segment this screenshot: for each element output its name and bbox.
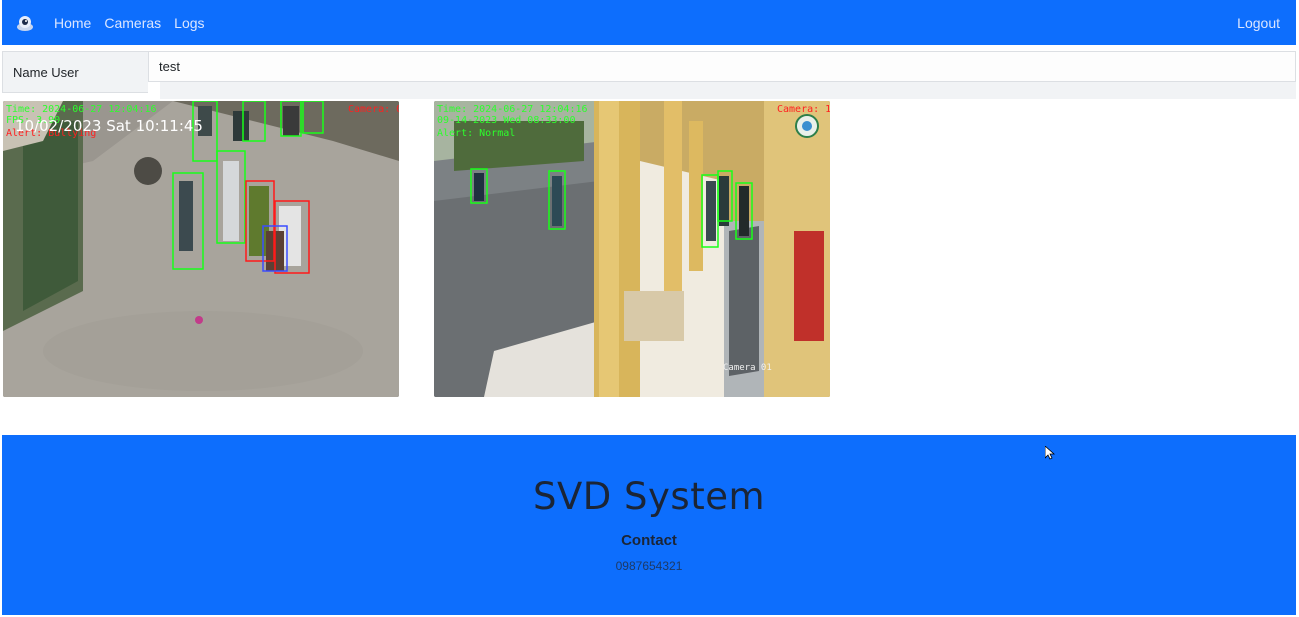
top-navbar: Home Cameras Logs Logout xyxy=(2,0,1296,45)
nav-logs-link[interactable]: Logs xyxy=(174,15,204,31)
page: Home Cameras Logs Logout Name User test … xyxy=(0,0,1299,617)
camera-1-date-text: 09-14-2023 Wed 08:33:00 xyxy=(437,115,576,126)
camera-0-time-text: Time: 2024-06-27 12:04:16 xyxy=(6,104,157,115)
camera-0-label-text: Camera: 0 xyxy=(348,104,399,115)
mouse-cursor-icon xyxy=(1044,445,1056,465)
camera-0-datetime-text: 10/02/2023 Sat 10:11:45 xyxy=(15,117,203,135)
footer: SVD System Contact 0987654321 xyxy=(2,435,1296,615)
input-underlay xyxy=(160,82,1296,99)
camera-1-time-text: Time: 2024-06-27 12:04:16 xyxy=(437,104,588,115)
nav-cameras-link[interactable]: Cameras xyxy=(104,15,161,31)
nav-home-link[interactable]: Home xyxy=(54,15,91,31)
camera-feed-1[interactable]: Time: 2024-06-27 12:04:16 09-14-2023 Wed… xyxy=(434,101,830,397)
camera-1-alert-text: Alert: Normal xyxy=(437,128,516,139)
camera-logo-icon[interactable] xyxy=(14,12,36,34)
footer-phone: 0987654321 xyxy=(615,559,683,573)
logout-link[interactable]: Logout xyxy=(1237,15,1280,31)
camera-1-corner-text: Camera 01 xyxy=(723,363,772,373)
name-user-label: Name User xyxy=(2,51,148,93)
footer-title: SVD System xyxy=(532,475,766,518)
camera-feed-0[interactable]: Time: 2024-06-27 12:04:16 FPS: 3.90 Aler… xyxy=(3,101,399,397)
camera-1-label-text: Camera: 1 xyxy=(777,104,830,115)
footer-contact-heading: Contact xyxy=(621,532,677,549)
name-user-input[interactable] xyxy=(148,51,1296,82)
